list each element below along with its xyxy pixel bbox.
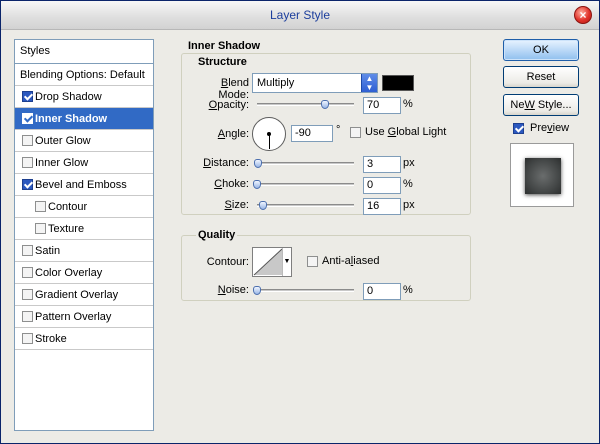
style-preview [510, 143, 574, 207]
opacity-input[interactable]: 70 [363, 97, 401, 114]
blend-mode-value: Multiply [257, 77, 295, 89]
choke-unit: % [403, 178, 413, 190]
style-checkbox[interactable] [22, 179, 33, 190]
style-item-label: Drop Shadow [35, 91, 102, 103]
choke-label: Choke: [214, 178, 249, 190]
distance-unit: px [403, 157, 415, 169]
section-title-inner-shadow: Inner Shadow [188, 40, 261, 52]
preview-checkbox[interactable] [513, 123, 524, 134]
contour-picker[interactable]: ▼ [252, 247, 292, 277]
contour-curve-icon [253, 248, 283, 276]
shadow-color-swatch[interactable] [382, 75, 414, 91]
style-item-satin[interactable]: Satin [15, 240, 153, 262]
opacity-slider-thumb[interactable] [320, 100, 329, 109]
size-label: Size: [224, 199, 249, 211]
style-checkbox[interactable] [22, 91, 33, 102]
noise-label: Noise: [217, 284, 249, 296]
choke-input[interactable]: 0 [363, 177, 401, 194]
anti-aliased-checkbox[interactable] [307, 256, 318, 267]
size-input[interactable]: 16 [363, 198, 401, 215]
distance-slider[interactable] [253, 159, 354, 168]
size-slider[interactable] [257, 201, 354, 210]
style-checkbox[interactable] [35, 201, 46, 212]
style-checkbox[interactable] [22, 311, 33, 322]
style-checkbox[interactable] [35, 223, 46, 234]
style-item-label: Color Overlay [35, 267, 103, 279]
choke-slider-thumb[interactable] [253, 180, 261, 189]
distance-input[interactable]: 3 [363, 156, 401, 173]
style-checkbox[interactable] [22, 333, 33, 344]
layer-style-dialog: Layer Style × Styles Blending Options: D… [0, 0, 600, 444]
style-checkbox[interactable] [22, 289, 33, 300]
angle-needle [269, 134, 270, 149]
quality-title: Quality [196, 229, 238, 241]
distance-label: Distance: [203, 157, 249, 169]
style-checkbox[interactable] [22, 135, 33, 146]
window-title: Layer Style [269, 8, 331, 22]
chevron-down-icon: ▼ [282, 248, 291, 276]
opacity-unit: % [403, 98, 413, 110]
angle-unit: ° [336, 124, 341, 136]
style-item-label: Pattern Overlay [35, 311, 112, 323]
style-item-label: Outer Glow [35, 135, 91, 147]
style-item-label: Contour [48, 201, 88, 213]
opacity-label: Opacity: [208, 99, 249, 111]
style-checkbox[interactable] [22, 267, 33, 278]
size-unit: px [403, 199, 415, 211]
style-item-color-overlay[interactable]: Color Overlay [15, 262, 153, 284]
style-item-label: Inner Glow [35, 157, 89, 169]
style-item-contour[interactable]: Contour [15, 196, 153, 218]
angle-dial[interactable] [252, 117, 286, 151]
style-item-inner-glow[interactable]: Inner Glow [15, 152, 153, 174]
choke-slider[interactable] [253, 180, 354, 189]
preview-swatch [525, 158, 561, 194]
style-item-inner-shadow[interactable]: Inner Shadow [15, 108, 153, 130]
global-light-label[interactable]: Use Global Light [365, 126, 446, 138]
style-item-blending-options-default[interactable]: Blending Options: Default [15, 64, 153, 86]
style-item-outer-glow[interactable]: Outer Glow [15, 130, 153, 152]
reset-button[interactable]: Reset [503, 66, 579, 88]
blend-mode-label: Blend Mode: [218, 77, 249, 101]
style-item-gradient-overlay[interactable]: Gradient Overlay [15, 284, 153, 306]
blend-mode-select[interactable]: Multiply ▲ ▼ [252, 73, 378, 93]
style-checkbox[interactable] [22, 157, 33, 168]
style-item-label: Inner Shadow [35, 113, 108, 125]
structure-title: Structure [196, 56, 249, 68]
angle-input[interactable]: -90 [291, 125, 333, 142]
noise-unit: % [403, 284, 413, 296]
style-item-pattern-overlay[interactable]: Pattern Overlay [15, 306, 153, 328]
angle-center-dot [267, 132, 271, 136]
style-checkbox[interactable] [22, 113, 33, 124]
opacity-slider[interactable] [257, 100, 354, 109]
style-checkbox[interactable] [22, 245, 33, 256]
style-item-label: Bevel and Emboss [35, 179, 127, 191]
preview-label[interactable]: Preview [530, 122, 569, 134]
style-item-label: Texture [48, 223, 85, 235]
style-item-label: Stroke [35, 333, 67, 345]
noise-slider[interactable] [253, 286, 354, 295]
style-item-label: Satin [35, 245, 61, 257]
chevron-up-down-icon: ▲ ▼ [361, 74, 377, 92]
style-item-label: Gradient Overlay [35, 289, 119, 301]
ok-button[interactable]: OK [503, 39, 579, 61]
title-bar[interactable]: Layer Style × [1, 1, 599, 30]
styles-list: Styles Blending Options: Default Drop Sha… [14, 39, 154, 431]
style-item-label: Blending Options: Default [20, 69, 145, 81]
style-item-drop-shadow[interactable]: Drop Shadow [15, 86, 153, 108]
global-light-checkbox[interactable] [350, 127, 361, 138]
style-item-stroke[interactable]: Stroke [15, 328, 153, 350]
anti-aliased-label[interactable]: Anti-aliased [322, 255, 380, 267]
styles-header[interactable]: Styles [15, 40, 153, 64]
size-slider-thumb[interactable] [258, 201, 267, 210]
contour-label: Contour: [206, 256, 249, 268]
noise-input[interactable]: 0 [363, 283, 401, 300]
noise-slider-thumb[interactable] [253, 286, 261, 295]
close-icon[interactable]: × [574, 6, 592, 24]
angle-label: Angle: [217, 128, 249, 140]
new-style-button[interactable]: NeW Style... [503, 94, 579, 116]
style-item-texture[interactable]: Texture [15, 218, 153, 240]
distance-slider-thumb[interactable] [253, 159, 262, 168]
style-item-bevel-and-emboss[interactable]: Bevel and Emboss [15, 174, 153, 196]
